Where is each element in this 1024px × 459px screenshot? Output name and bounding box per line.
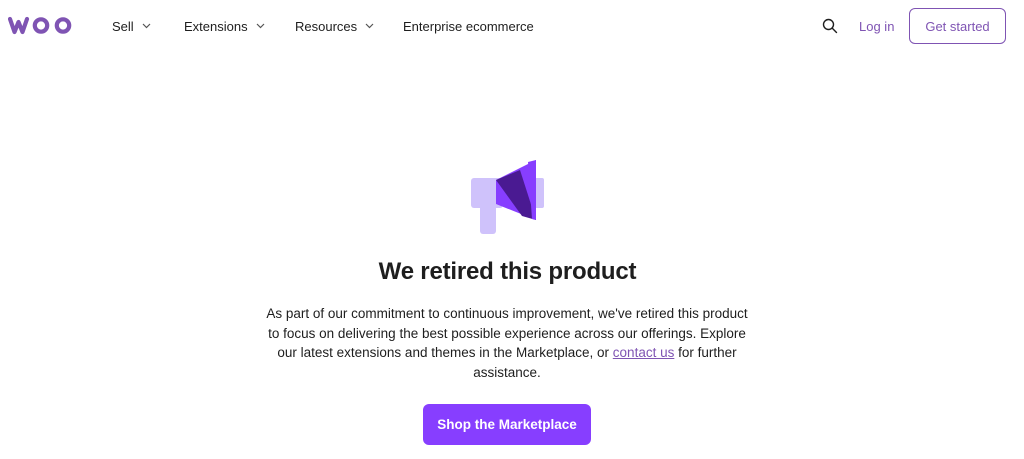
nav-sell-label: Sell xyxy=(112,18,134,34)
nav-resources-label: Resources xyxy=(295,18,358,34)
nav-resources[interactable]: Resources xyxy=(295,0,374,52)
shop-marketplace-button[interactable]: Shop the Marketplace xyxy=(423,404,591,445)
chevron-down-icon xyxy=(365,23,374,29)
retirement-message: As part of our commitment to continuous … xyxy=(262,304,752,382)
search-icon[interactable] xyxy=(821,17,839,35)
woo-logo-icon xyxy=(8,16,72,35)
login-link[interactable]: Log in xyxy=(859,0,894,52)
nav-extensions[interactable]: Extensions xyxy=(184,0,265,52)
chevron-down-icon xyxy=(256,23,265,29)
megaphone-icon xyxy=(468,158,548,236)
woo-logo[interactable] xyxy=(8,12,78,38)
nav-enterprise-label: Enterprise ecommerce xyxy=(403,18,534,34)
get-started-button[interactable]: Get started xyxy=(909,8,1006,44)
chevron-down-icon xyxy=(142,23,151,29)
site-header: Sell Extensions Resources Enterprise eco… xyxy=(0,0,1024,52)
nav-sell[interactable]: Sell xyxy=(112,0,151,52)
nav-enterprise-ecommerce[interactable]: Enterprise ecommerce xyxy=(403,0,534,52)
page-title: We retired this product xyxy=(378,258,637,285)
contact-us-link[interactable]: contact us xyxy=(613,345,675,360)
nav-extensions-label: Extensions xyxy=(184,18,248,34)
